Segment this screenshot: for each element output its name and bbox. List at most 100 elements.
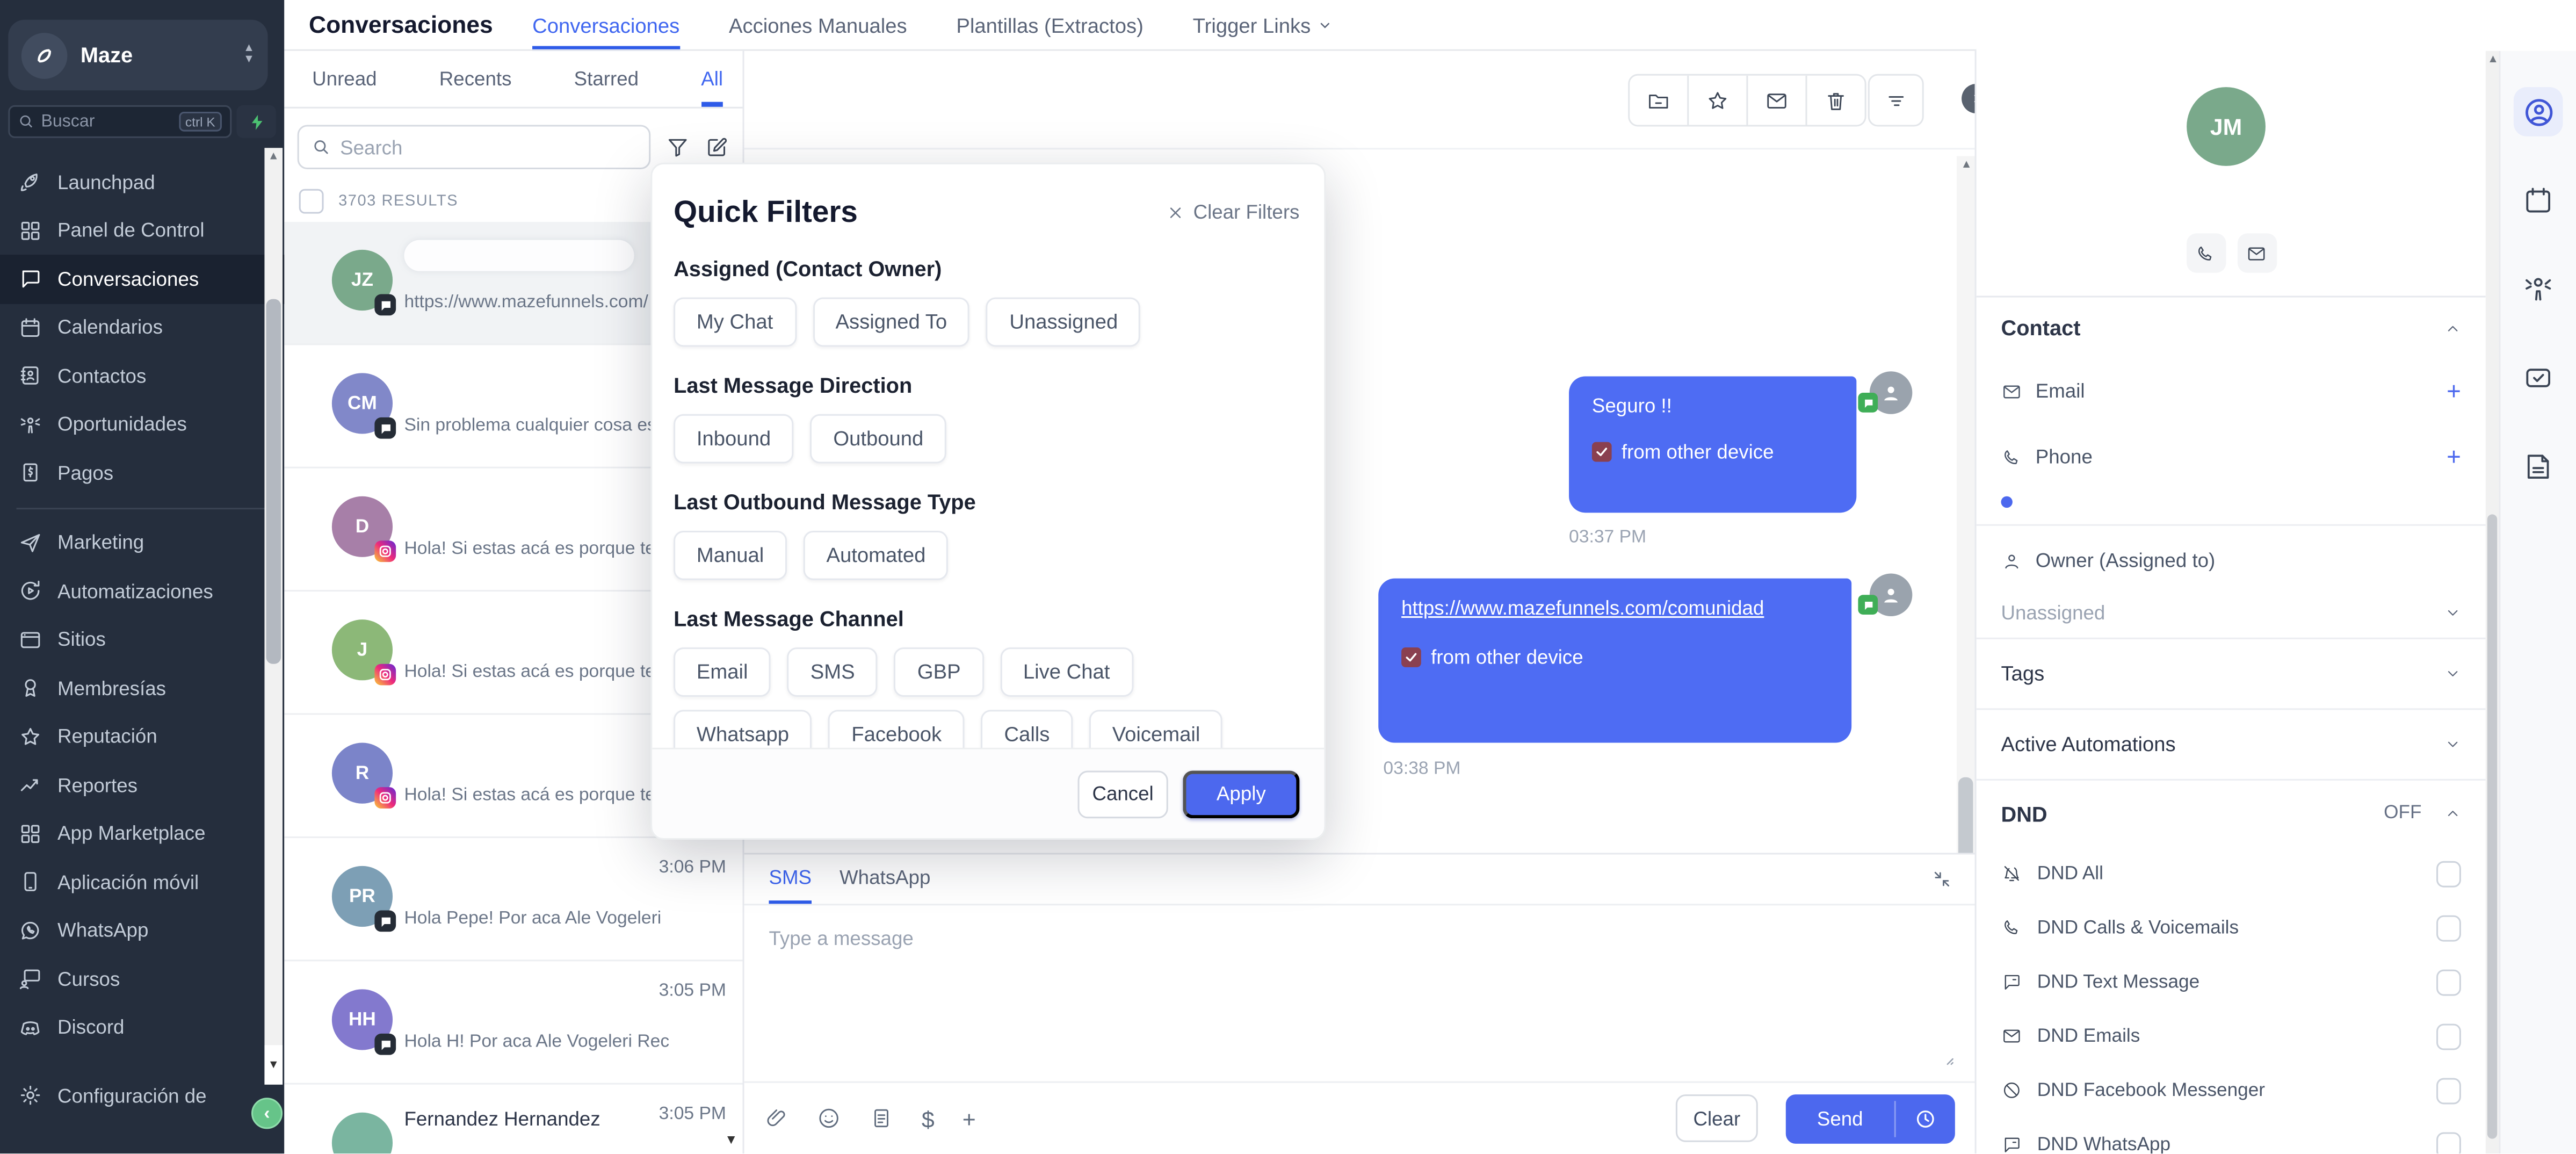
- scroll-up-icon[interactable]: ▲: [2487, 54, 2499, 66]
- mark-read-email-button[interactable]: [1748, 76, 1807, 125]
- sidebar-collapse-button[interactable]: ‹: [251, 1098, 283, 1129]
- sidebar-item-membresias[interactable]: Membresías: [0, 664, 284, 712]
- conversation-search-input[interactable]: Search: [298, 125, 651, 169]
- filter-chip-inbound[interactable]: Inbound: [674, 414, 794, 464]
- chevron-down-icon[interactable]: [2444, 666, 2461, 682]
- call-contact-button[interactable]: [2186, 233, 2225, 272]
- contact-section-header[interactable]: Contact: [1977, 298, 2486, 358]
- sidebar-search-input[interactable]: Buscar ctrl K: [8, 105, 231, 138]
- filter-chip-gbp[interactable]: GBP: [894, 647, 983, 697]
- subtab-all[interactable]: All: [701, 51, 723, 107]
- cancel-button[interactable]: Cancel: [1078, 770, 1168, 818]
- sidebar-scrollbar-thumb[interactable]: [266, 299, 281, 664]
- add-phone-button[interactable]: +: [2447, 443, 2461, 471]
- add-more-icon[interactable]: +: [963, 1105, 976, 1131]
- rail-opportunities-button[interactable]: [2514, 264, 2563, 314]
- add-email-button[interactable]: +: [2447, 377, 2461, 405]
- rail-appointments-button[interactable]: [2514, 176, 2563, 225]
- schedule-send-button[interactable]: [1896, 1094, 1955, 1143]
- sidebar-item-calendarios[interactable]: Calendarios: [0, 303, 284, 351]
- filter-chip-email[interactable]: Email: [674, 647, 771, 697]
- list-scroll-down-icon[interactable]: ▼: [725, 1132, 737, 1147]
- sidebar-item-app-marketplace[interactable]: App Marketplace: [0, 809, 284, 857]
- chevron-up-icon[interactable]: [2444, 805, 2461, 822]
- scroll-up-icon[interactable]: ▲: [268, 151, 279, 162]
- dnd-text-toggle[interactable]: [2436, 969, 2461, 995]
- compose-icon[interactable]: [705, 135, 729, 160]
- subtab-starred[interactable]: Starred: [574, 51, 639, 107]
- tab-trigger-links[interactable]: Trigger Links: [1193, 0, 1332, 51]
- dnd-whatsapp-toggle[interactable]: [2436, 1131, 2461, 1153]
- sidebar-item-whatsapp[interactable]: WhatsApp: [0, 906, 284, 955]
- tab-plantillas[interactable]: Plantillas (Extractos): [956, 0, 1144, 51]
- star-button[interactable]: [1689, 76, 1748, 125]
- sidebar-item-cursos[interactable]: Cursos: [0, 955, 284, 1003]
- sidebar-item-pagos[interactable]: Pagos: [0, 449, 284, 497]
- payment-request-icon[interactable]: $: [922, 1105, 935, 1131]
- chevron-up-icon[interactable]: [2444, 320, 2461, 336]
- filter-chip-assigned-to[interactable]: Assigned To: [813, 298, 970, 347]
- chat-scrollbar[interactable]: ▲ ▼: [1957, 156, 1975, 896]
- sidebar-item-reportes[interactable]: Reportes: [0, 761, 284, 809]
- sidebar-item-automatizaciones[interactable]: Automatizaciones: [0, 567, 284, 615]
- sidebar-item-oportunidades[interactable]: Oportunidades: [0, 400, 284, 449]
- sidebar-scroll-down-button[interactable]: ▼: [264, 1045, 283, 1084]
- contact-panel-scrollbar[interactable]: ▲: [2486, 51, 2499, 1153]
- sidebar-item-panel-de-control[interactable]: Panel de Control: [0, 206, 284, 255]
- tab-acciones-manuales[interactable]: Acciones Manuales: [729, 0, 907, 51]
- filter-chip-live-chat[interactable]: Live Chat: [1000, 647, 1133, 697]
- filter-chip-outbound[interactable]: Outbound: [811, 414, 947, 464]
- sidebar-item-aplicacion-movil[interactable]: Aplicación móvil: [0, 858, 284, 906]
- composer-tab-sms[interactable]: SMS: [769, 855, 812, 904]
- rail-tasks-button[interactable]: [2514, 354, 2563, 403]
- archive-folder-button[interactable]: [1630, 76, 1689, 125]
- filter-chip-unassigned[interactable]: Unassigned: [987, 298, 1141, 347]
- sidebar-scrollbar[interactable]: ▲: [264, 148, 283, 1084]
- clear-filters-button[interactable]: Clear Filters: [1167, 200, 1300, 223]
- subtab-recents[interactable]: Recents: [439, 51, 512, 107]
- rail-contact-button[interactable]: [2514, 87, 2563, 136]
- tab-conversaciones[interactable]: Conversaciones: [532, 0, 679, 51]
- email-contact-button[interactable]: [2237, 233, 2276, 272]
- sidebar-item-launchpad[interactable]: Launchpad: [0, 158, 284, 206]
- dnd-facebook-toggle[interactable]: [2436, 1077, 2461, 1103]
- sidebar-item-discord[interactable]: Discord: [0, 1003, 284, 1051]
- active-automations-header[interactable]: Active Automations: [1977, 710, 2486, 778]
- conversation-row[interactable]: Fernandez Hernandez 3:05 PM: [284, 1085, 742, 1153]
- composer-tab-whatsapp[interactable]: WhatsApp: [840, 855, 930, 904]
- filter-chip-automated[interactable]: Automated: [804, 531, 949, 580]
- dnd-calls-toggle[interactable]: [2436, 914, 2461, 941]
- sidebar-item-conversaciones[interactable]: Conversaciones: [0, 255, 284, 303]
- quick-actions-button[interactable]: [236, 105, 276, 138]
- rail-notes-button[interactable]: [2514, 442, 2563, 492]
- message-input[interactable]: Type a message: [769, 927, 913, 950]
- delete-button[interactable]: [1807, 76, 1865, 125]
- clear-button[interactable]: Clear: [1676, 1094, 1758, 1142]
- filter-chip-my-chat[interactable]: My Chat: [674, 298, 796, 347]
- sidebar-item-reputacion[interactable]: Reputación: [0, 712, 284, 761]
- collapse-composer-icon[interactable]: [1932, 869, 1952, 889]
- sidebar-item-contactos[interactable]: Contactos: [0, 352, 284, 400]
- dnd-all-toggle[interactable]: [2436, 860, 2461, 886]
- message-link[interactable]: https://www.mazefunnels.com/comunidad: [1401, 596, 1828, 619]
- select-all-checkbox[interactable]: [299, 188, 324, 213]
- sidebar-item-marketing[interactable]: Marketing: [0, 518, 284, 567]
- send-button[interactable]: Send: [1786, 1094, 1894, 1143]
- apply-button[interactable]: Apply: [1183, 770, 1299, 818]
- dnd-emails-toggle[interactable]: [2436, 1023, 2461, 1049]
- conversation-row[interactable]: HH Hola H! Por aca Ale Vogeleri Rec 3:05…: [284, 961, 742, 1084]
- conversation-row[interactable]: PR Hola Pepe! Por aca Ale Vogeleri 3:06 …: [284, 838, 742, 961]
- templates-icon[interactable]: [869, 1106, 894, 1131]
- filter-chip-sms[interactable]: SMS: [787, 647, 878, 697]
- emoji-icon[interactable]: [816, 1106, 841, 1131]
- sidebar-item-sitios[interactable]: Sitios: [0, 615, 284, 663]
- chevron-down-icon[interactable]: [2444, 736, 2461, 753]
- filter-funnel-icon[interactable]: [665, 135, 690, 160]
- scrollbar-thumb[interactable]: [2487, 514, 2497, 1138]
- resize-handle-icon[interactable]: [1937, 1048, 1955, 1066]
- filter-sort-button[interactable]: [1868, 74, 1924, 127]
- subtab-unread[interactable]: Unread: [312, 51, 377, 107]
- scroll-up-icon[interactable]: ▲: [1961, 160, 1972, 171]
- tags-section-header[interactable]: Tags: [1977, 639, 2486, 708]
- dnd-section-header[interactable]: DND OFF: [1977, 781, 2486, 846]
